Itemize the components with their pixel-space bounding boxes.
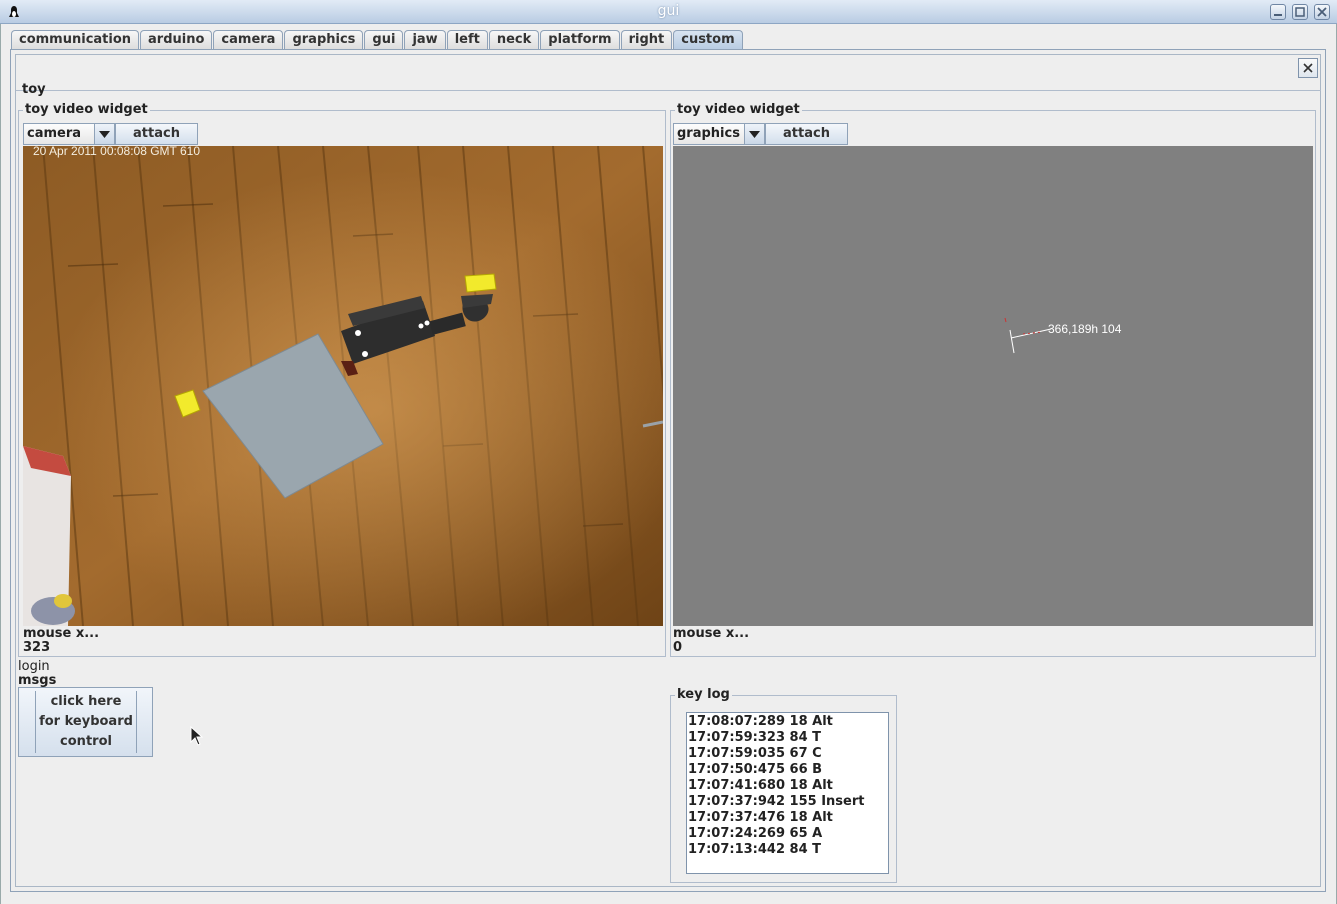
key-log-list[interactable]: 17:08:07:289 18 Alt 17:07:59:323 84 T 17:0… <box>686 712 889 874</box>
close-panel-button[interactable] <box>1298 58 1318 78</box>
graphics-overlay-text: 366,189h 104 <box>1048 322 1122 336</box>
close-icon <box>1303 63 1313 73</box>
login-label: login <box>18 659 50 674</box>
tab-strip: communication arduino camera graphics gui jaw… <box>11 30 744 50</box>
title-bar: gui <box>0 0 1337 24</box>
tab-graphics[interactable]: graphics <box>284 30 364 50</box>
tab-left[interactable]: left <box>446 30 488 50</box>
key-log-entry[interactable]: 17:07:41:680 18 Alt <box>687 778 888 794</box>
tab-platform[interactable]: platform <box>540 30 620 50</box>
right-attach-button[interactable]: attach <box>765 123 848 145</box>
dropdown-arrow[interactable] <box>94 124 114 144</box>
left-attach-button[interactable]: attach <box>115 123 198 145</box>
key-log-entry[interactable]: 17:08:07:289 18 Alt <box>687 714 888 730</box>
key-log-entry[interactable]: 17:07:50:475 66 B <box>687 762 888 778</box>
key-log-entry[interactable]: 17:07:37:942 155 Insert <box>687 794 888 810</box>
keyboard-button-line3: control <box>60 734 112 749</box>
graphics-canvas[interactable]: 366,189h 104 <box>673 146 1313 626</box>
left-mouse-value: 323 <box>23 640 51 655</box>
camera-timestamp: 20 Apr 2011 00:08:08 GMT 610 <box>33 146 201 158</box>
camera-image <box>23 146 663 626</box>
key-log-entry[interactable]: 17:07:24:269 65 A <box>687 826 888 842</box>
tab-gui[interactable]: gui <box>364 30 404 50</box>
tab-communication[interactable]: communication <box>11 30 140 50</box>
left-mouse-label: mouse x... <box>23 626 100 641</box>
toy-panel-title: toy <box>22 82 46 97</box>
key-log-entry[interactable]: 17:07:37:476 18 Alt <box>687 810 888 826</box>
tab-neck[interactable]: neck <box>488 30 540 50</box>
key-log-entry[interactable]: 17:07:59:035 67 C <box>687 746 888 762</box>
tab-jaw[interactable]: jaw <box>404 30 446 50</box>
tab-custom[interactable]: custom <box>673 30 743 50</box>
dropdown-arrow[interactable] <box>744 124 764 144</box>
tab-camera[interactable]: camera <box>213 30 284 50</box>
widget-title: toy video widget <box>23 102 150 117</box>
close-icon <box>1317 7 1327 17</box>
msgs-label: msgs <box>18 673 57 688</box>
key-log-title: key log <box>675 687 732 702</box>
mouse-cursor-icon <box>190 726 204 746</box>
keyboard-control-frame: click here for keyboard control <box>18 687 153 757</box>
key-log-entry[interactable]: 17:07:13:442 84 T <box>687 842 888 858</box>
maximize-icon <box>1295 7 1305 17</box>
right-mouse-value: 0 <box>673 640 683 655</box>
chevron-down-icon <box>749 131 760 138</box>
tab-right[interactable]: right <box>620 30 673 50</box>
right-source-select[interactable]: graphics <box>673 123 765 145</box>
tab-arduino[interactable]: arduino <box>140 30 213 50</box>
keyboard-control-button[interactable]: click here for keyboard control <box>35 691 137 753</box>
chevron-down-icon <box>99 131 110 138</box>
keyboard-button-line1: click here <box>50 694 122 709</box>
select-value: graphics <box>677 126 740 141</box>
keyboard-button-line2: for keyboard <box>39 714 133 729</box>
close-window-button[interactable] <box>1314 4 1330 20</box>
minimize-button[interactable] <box>1270 4 1286 20</box>
right-mouse-label: mouse x... <box>673 626 750 641</box>
key-log-entry[interactable]: 17:07:59:323 84 T <box>687 730 888 746</box>
left-source-select[interactable]: camera <box>23 123 115 145</box>
window-title: gui <box>657 3 680 19</box>
maximize-button[interactable] <box>1292 4 1308 20</box>
widget-title: toy video widget <box>675 102 802 117</box>
camera-feed[interactable]: 20 Apr 2011 00:08:08 GMT 610 <box>23 146 663 626</box>
graphics-overlay-lines <box>1004 317 1052 354</box>
minimize-icon <box>1274 14 1282 16</box>
key-log-panel: key log 17:08:07:289 18 Alt 17:07:59:323 … <box>670 687 897 883</box>
select-value: camera <box>27 126 82 141</box>
